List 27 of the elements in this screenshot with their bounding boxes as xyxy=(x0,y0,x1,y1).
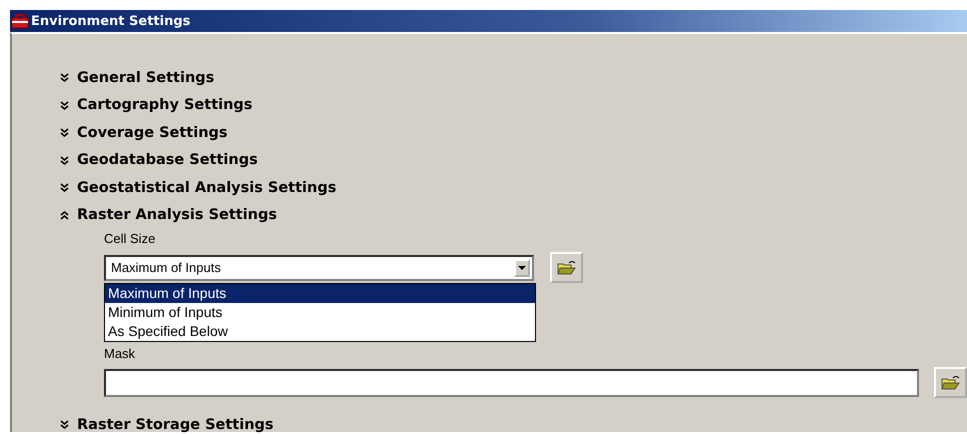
section-header[interactable]: Geostatistical Analysis Settings xyxy=(60,174,336,202)
folder-icon xyxy=(556,260,576,276)
mask-input-field[interactable] xyxy=(104,368,920,396)
field-label: Cell Size xyxy=(104,231,156,248)
collapse-chevron-icon xyxy=(60,210,69,220)
expand-chevron-icon xyxy=(60,183,69,192)
expand-chevron-icon xyxy=(60,420,69,430)
section-header[interactable]: Cartography Settings xyxy=(60,92,252,119)
dropdown-option[interactable]: As Specified Below xyxy=(105,322,535,340)
section-header[interactable]: General Settings xyxy=(60,64,214,92)
section-header[interactable]: Coverage Settings xyxy=(60,119,228,146)
window-title: Environment Settings xyxy=(31,14,190,28)
expand-chevron-icon xyxy=(60,156,69,165)
section-header[interactable]: Raster Storage Settings xyxy=(60,411,274,434)
section-header[interactable]: Geodatabase Settings xyxy=(60,146,258,174)
folder-icon xyxy=(940,374,961,390)
expand-chevron-icon xyxy=(60,100,69,110)
dropdown-option[interactable]: Maximum of Inputs xyxy=(105,284,535,302)
dropdown-option[interactable]: Minimum of Inputs xyxy=(105,302,535,322)
field-label: Mask xyxy=(104,346,136,363)
browse-folder-button[interactable] xyxy=(550,252,583,283)
section-header[interactable]: Raster Analysis Settings xyxy=(60,202,278,229)
expand-chevron-icon xyxy=(60,73,69,82)
browse-folder-button[interactable] xyxy=(934,367,967,398)
cell-size-dropdown[interactable]: Maximum of Inputs xyxy=(104,254,534,280)
expand-chevron-icon xyxy=(60,128,69,138)
toolbox-icon xyxy=(11,13,29,29)
